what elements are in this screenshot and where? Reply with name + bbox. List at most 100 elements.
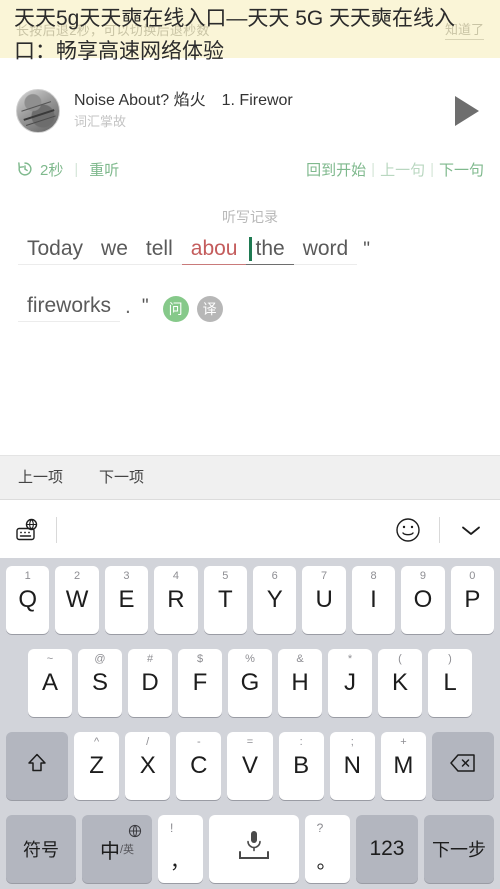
key-sup: 9 (419, 570, 426, 582)
key-sup: ~ (46, 653, 54, 665)
back-to-start-button[interactable]: 回到开始 (306, 159, 366, 180)
hint-banner-text: 长按后退2秒，可以切换后退秒数 (16, 22, 210, 38)
keyboard-toolbar (0, 501, 500, 558)
dictation-token[interactable]: Today (18, 234, 93, 265)
key-sup: $ (196, 653, 204, 665)
key-n[interactable]: ; N (329, 732, 375, 800)
next-step-key[interactable]: 下一步 (423, 815, 494, 883)
prev-sentence-button[interactable]: 上一句 (380, 159, 425, 180)
comma-key-label: ， (170, 851, 190, 873)
next-item-button[interactable]: 下一项 (81, 455, 162, 500)
key-a[interactable]: ~ A (28, 649, 72, 717)
key-x[interactable]: / X (125, 732, 171, 800)
key-label: E (118, 586, 135, 613)
transport-separator-2: | (371, 160, 376, 178)
dictation-token[interactable]: word (293, 234, 358, 265)
ask-question-button[interactable]: 问 (162, 296, 189, 322)
key-sup: 1 (24, 570, 31, 582)
dictation-quote-mark: " (141, 296, 149, 317)
numeric-key[interactable]: 123 (355, 815, 418, 883)
comma-key-sup: ! (170, 821, 174, 835)
key-e[interactable]: 3E (104, 566, 149, 634)
key-label: A (41, 669, 58, 696)
key-sup: 8 (370, 570, 377, 582)
hint-banner-dismiss-button[interactable]: 知道了 (444, 19, 484, 40)
key-label: Y (266, 586, 283, 613)
key-i[interactable]: 8I (351, 566, 396, 634)
key-y[interactable]: 6Y (253, 566, 297, 634)
key-sup: ( (398, 653, 402, 665)
shift-key[interactable] (6, 732, 68, 800)
numeric-key-label: 123 (369, 837, 405, 860)
key-r[interactable]: 4R (154, 566, 198, 634)
symbols-key[interactable]: 符号 (6, 815, 76, 883)
key-sup: 3 (123, 570, 130, 582)
key-l[interactable]: ) L (428, 649, 472, 717)
rewind-seconds-label[interactable]: 2秒 (40, 159, 63, 180)
next-sentence-button[interactable]: 下一句 (439, 159, 484, 180)
key-label: Q (18, 586, 37, 613)
shift-icon (25, 751, 49, 782)
dictation-line-1: Today we tell abou the word " (18, 234, 484, 265)
key-o[interactable]: 9O (401, 566, 445, 634)
key-s[interactable]: @ S (78, 649, 122, 717)
chevron-down-icon[interactable] (456, 515, 486, 545)
backspace-key[interactable] (431, 732, 494, 800)
key-c[interactable]: -C (176, 732, 222, 800)
dictation-token[interactable]: fireworks (18, 291, 121, 322)
key-sup: ) (448, 653, 452, 665)
key-k[interactable]: (K (378, 649, 422, 717)
dictation-token-incorrect[interactable]: abou (181, 234, 247, 265)
key-u[interactable]: 7U (302, 566, 346, 634)
track-title: Noise About? 焰火 1. Firewor (74, 92, 293, 109)
replay-button[interactable]: 重听 (89, 159, 119, 180)
keyboard-globe-icon[interactable] (14, 517, 40, 543)
key-q[interactable]: 1Q (5, 566, 50, 634)
toolbar-divider-right (439, 516, 440, 543)
key-label: T (217, 586, 233, 613)
key-h[interactable]: & H (278, 649, 322, 717)
item-navigation-bar: 上一项 下一项 (0, 455, 500, 500)
key-d[interactable]: # D (128, 649, 172, 717)
prev-item-button[interactable]: 上一项 (0, 455, 81, 500)
key-label: G (240, 669, 260, 696)
key-z[interactable]: ^ Z (74, 732, 120, 800)
key-j[interactable]: * J (328, 649, 372, 717)
translate-button[interactable]: 译 (196, 296, 223, 322)
key-sup: = (246, 736, 254, 748)
language-toggle-key[interactable]: 中/英 (82, 815, 152, 883)
key-label: S (91, 669, 108, 696)
transport-separator-3: | (430, 160, 434, 178)
comma-key[interactable]: ! ， (158, 815, 204, 883)
key-m[interactable]: + M (380, 732, 426, 800)
toolbar-divider-left (56, 516, 57, 543)
key-v[interactable]: = V (227, 732, 273, 800)
rewind-clock-icon[interactable] (16, 160, 34, 178)
key-sup: + (400, 736, 407, 748)
player-metadata: Noise About? 焰火 1. Firewor 词汇掌故 (74, 90, 440, 132)
key-label: K (391, 669, 408, 696)
period-key[interactable]: ? 。 (304, 815, 350, 883)
play-button[interactable] (450, 94, 484, 128)
channel-name: 词汇掌故 (74, 114, 127, 129)
period-key-label: 。 (316, 851, 337, 873)
dictation-token-active[interactable]: the (246, 234, 294, 265)
key-label: J (344, 669, 356, 696)
key-t[interactable]: 5T (203, 566, 247, 634)
dictation-area: Today we tell abou the word " fireworks … (18, 234, 484, 348)
key-label: V (241, 752, 258, 779)
key-p[interactable]: 0P (450, 566, 495, 634)
space-key[interactable] (209, 815, 299, 883)
key-w[interactable]: 2W (55, 566, 99, 634)
microphone-icon (232, 826, 276, 873)
key-f[interactable]: $ F (178, 649, 222, 717)
key-g[interactable]: % G (228, 649, 272, 717)
smiley-icon[interactable] (393, 515, 423, 545)
key-b[interactable]: :B (278, 732, 324, 800)
dictation-period: . (125, 295, 131, 318)
dictation-token[interactable]: tell (136, 234, 182, 265)
dictation-token[interactable]: we (92, 234, 137, 265)
hint-banner: 长按后退2秒，可以切换后退秒数 知道了 (0, 0, 500, 58)
album-art (16, 89, 60, 133)
keyboard-row-1: 1Q 2W 3E 4R 5T 6Y 7U 8I 9O 0P (3, 566, 497, 634)
